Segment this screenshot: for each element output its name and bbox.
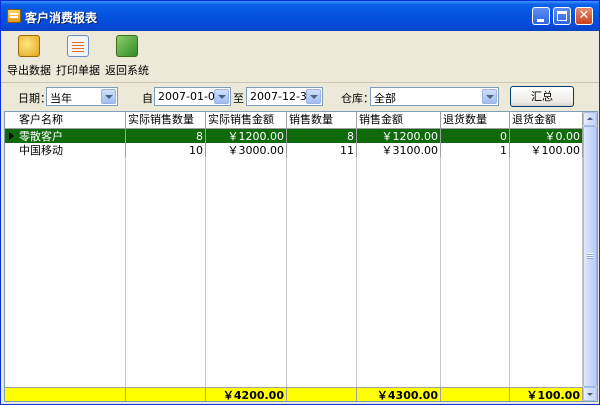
column-divider (441, 129, 510, 387)
vertical-scrollbar[interactable] (583, 112, 597, 401)
column-divider (287, 129, 357, 387)
return-amount-cell: ￥0.00 (510, 129, 583, 143)
return-qty-cell: 0 (441, 129, 510, 143)
actual-sales-qty-cell: 8 (126, 129, 206, 143)
table-row[interactable]: 中国移动 10 ￥3000.00 11 ￥3100.00 1 ￥100.00 (5, 143, 583, 157)
total-cell (441, 388, 510, 401)
customer-name-cell: 中国移动 (5, 143, 126, 157)
column-header[interactable]: 客户名称 (5, 112, 126, 128)
sales-qty-cell: 11 (287, 143, 357, 157)
close-button[interactable]: ✕ (575, 7, 593, 25)
actual-sales-amount-cell: ￥3000.00 (206, 143, 287, 157)
report-table[interactable]: 客户名称 实际销售数量 实际销售金额 销售数量 销售金额 退货数量 退货金额 零… (4, 111, 598, 402)
from-label: 自 (142, 92, 153, 105)
scroll-up-button[interactable] (583, 112, 597, 126)
table-row[interactable]: 零散客户 8 ￥1200.00 8 ￥1200.00 0 ￥0.00 (5, 129, 583, 143)
report-app-icon (7, 9, 21, 23)
column-divider (126, 129, 206, 387)
print-document-button[interactable]: 打印单据 (56, 35, 100, 78)
totals-row: ￥4200.00 ￥4300.00 ￥100.00 (5, 387, 583, 401)
scroll-down-button[interactable] (583, 387, 597, 401)
return-qty-cell: 1 (441, 143, 510, 157)
total-actual-sales-amount: ￥4200.00 (206, 388, 287, 401)
date-range-select[interactable]: 当年 (46, 87, 118, 106)
chevron-down-icon[interactable] (482, 89, 497, 104)
column-header[interactable]: 实际销售金额 (206, 112, 287, 128)
total-cell (287, 388, 357, 401)
chevron-down-icon[interactable] (214, 89, 229, 104)
from-date-picker[interactable]: 2007-01-01 (154, 87, 231, 106)
window-title: 客户消费报表 (25, 11, 98, 25)
print-document-label: 打印单据 (56, 64, 100, 77)
maximize-icon (557, 11, 567, 21)
warehouse-value: 全部 (374, 92, 396, 105)
scroll-thumb[interactable] (583, 126, 597, 387)
print-icon (67, 35, 89, 57)
to-date-picker[interactable]: 2007-12-31 (246, 87, 323, 106)
sales-amount-cell: ￥3100.00 (357, 143, 441, 157)
column-header[interactable]: 退货金额 (510, 112, 583, 128)
from-date-value: 2007-01-01 (158, 90, 222, 103)
filter-bar: 日期： 当年 自 2007-01-01 至 2007-12-31 仓库： 全部 … (1, 83, 599, 111)
column-header[interactable]: 销售金额 (357, 112, 441, 128)
column-divider (206, 129, 287, 387)
return-system-label: 返回系统 (105, 64, 149, 77)
minimize-icon (537, 19, 544, 22)
warehouse-select[interactable]: 全部 (370, 87, 499, 106)
date-range-value: 当年 (50, 92, 72, 105)
actual-sales-qty-cell: 10 (126, 143, 206, 157)
export-data-button[interactable]: 导出数据 (7, 35, 51, 78)
actual-sales-amount-cell: ￥1200.00 (206, 129, 287, 143)
export-data-label: 导出数据 (7, 64, 51, 77)
column-header[interactable]: 实际销售数量 (126, 112, 206, 128)
return-system-button[interactable]: 返回系统 (105, 35, 149, 78)
chevron-down-icon[interactable] (101, 89, 116, 104)
sales-amount-cell: ￥1200.00 (357, 129, 441, 143)
sales-qty-cell: 8 (287, 129, 357, 143)
summary-button[interactable]: 汇总 (510, 86, 574, 107)
total-cell (126, 388, 206, 401)
minimize-button[interactable] (532, 7, 550, 25)
column-divider (5, 129, 126, 387)
column-divider (357, 129, 441, 387)
column-header[interactable]: 销售数量 (287, 112, 357, 128)
column-header[interactable]: 退货数量 (441, 112, 510, 128)
export-icon (18, 35, 40, 57)
total-cell (5, 388, 126, 401)
table-header: 客户名称 实际销售数量 实际销售金额 销售数量 销售金额 退货数量 退货金额 (5, 112, 583, 129)
total-return-amount: ￥100.00 (510, 388, 583, 401)
close-icon: ✕ (578, 8, 590, 23)
total-sales-amount: ￥4300.00 (357, 388, 441, 401)
report-window: 客户消费报表 ✕ 导出数据 打印单据 返回系统 日期： 当年 自 2007-01… (0, 0, 600, 405)
chevron-down-icon[interactable] (306, 89, 321, 104)
title-bar[interactable]: 客户消费报表 ✕ (1, 1, 599, 31)
to-date-value: 2007-12-31 (250, 90, 314, 103)
maximize-button[interactable] (553, 7, 571, 25)
toolbar: 导出数据 打印单据 返回系统 (1, 31, 599, 83)
column-divider (510, 129, 583, 387)
to-label: 至 (233, 92, 244, 105)
customer-name-cell: 零散客户 (5, 129, 126, 143)
return-icon (116, 35, 138, 57)
return-amount-cell: ￥100.00 (510, 143, 583, 157)
